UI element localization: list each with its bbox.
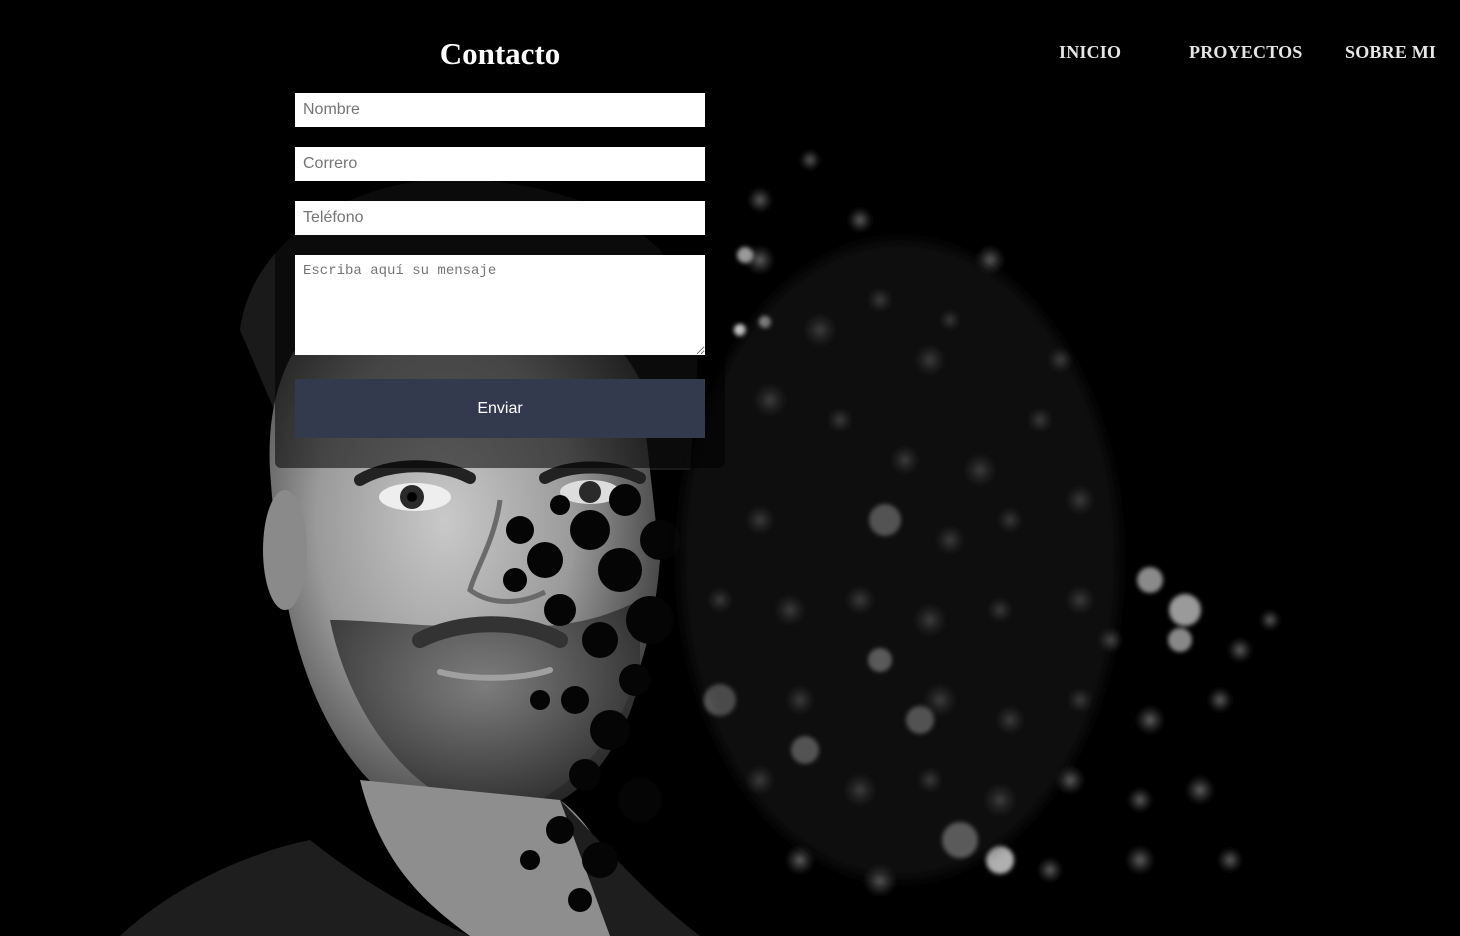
page: INICIO PROYECTOS SOBRE MI Contacto Envia…: [0, 0, 1460, 936]
send-button[interactable]: Enviar: [295, 379, 705, 438]
name-input[interactable]: [295, 93, 705, 127]
portrait-background-image: [120, 150, 1280, 936]
contact-title: Contacto: [439, 36, 561, 71]
nav-link-proyectos[interactable]: PROYECTOS: [1189, 42, 1303, 63]
nav-link-inicio[interactable]: INICIO: [1059, 42, 1121, 63]
phone-input[interactable]: [295, 201, 705, 235]
nav-link-sobre-mi[interactable]: SOBRE MI: [1345, 42, 1436, 63]
top-navigation: INICIO PROYECTOS SOBRE MI: [1000, 42, 1460, 66]
email-input[interactable]: [295, 147, 705, 181]
message-textarea[interactable]: [295, 255, 705, 355]
